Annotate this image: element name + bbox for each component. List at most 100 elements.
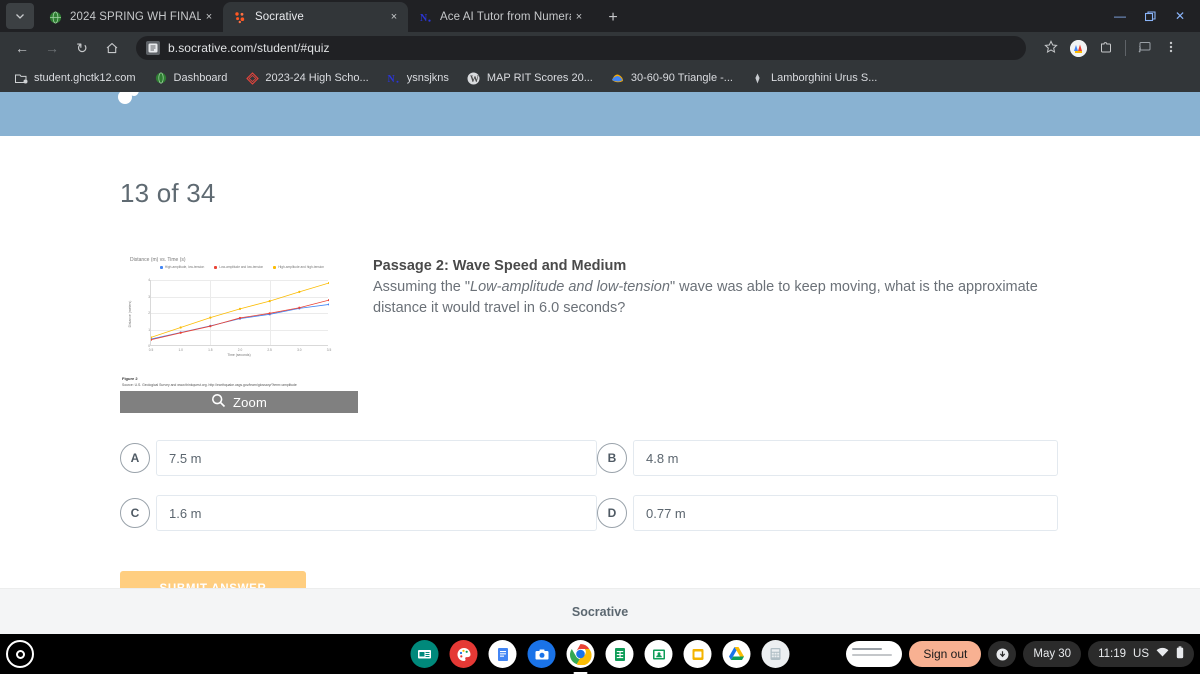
page-title: 13 of 34 <box>120 178 216 208</box>
docs-app-icon[interactable] <box>488 640 517 668</box>
tab-close-button[interactable]: × <box>386 9 402 25</box>
question-text: Assuming the "Low-amplitude and low-tens… <box>373 277 1078 319</box>
x-tick: 0.5 <box>148 348 154 352</box>
x-tick: 1.5 <box>208 348 213 352</box>
drive-app-icon[interactable] <box>722 640 751 668</box>
bookmark-item[interactable]: student.ghctk12.com <box>8 68 144 88</box>
minimize-button[interactable]: — <box>1112 8 1128 24</box>
answer-letter-bubble[interactable]: D <box>597 498 627 529</box>
tab-title: 2024 SPRING WH FINAL STUD <box>70 11 201 23</box>
camera-app-icon[interactable] <box>527 640 556 668</box>
date-tray-button[interactable]: May 30 <box>1023 641 1082 667</box>
question-row: Distance (m) vs. Time (s) High-amplitude… <box>120 254 1200 414</box>
chart-legend: High-amplitude, low-tension Low-amplitud… <box>152 265 332 269</box>
status-area: Sign out May 30 11:19 US <box>846 641 1194 667</box>
answer-text[interactable]: 4.8 m <box>633 440 1058 477</box>
locale-label: US <box>1133 648 1149 660</box>
bookmark-item[interactable]: 30-60-90 Triangle -... <box>605 68 741 88</box>
address-bar[interactable]: b.socrative.com/student/#quiz <box>136 36 1026 60</box>
tab-search-button[interactable] <box>6 3 34 29</box>
extensions-icon[interactable] <box>1099 40 1113 57</box>
bookmark-item[interactable]: 2023-24 High Scho... <box>239 68 376 88</box>
browser-tab-1[interactable]: 2024 SPRING WH FINAL STUD × <box>38 2 223 32</box>
zoom-button[interactable]: Zoom <box>120 391 358 414</box>
bookmark-item[interactable]: Lamborghini Urus S... <box>745 68 885 88</box>
passage-title: Passage 2: Wave Speed and Medium <box>373 258 627 274</box>
cast-icon[interactable] <box>1138 40 1152 57</box>
magnifier-icon <box>211 393 226 412</box>
tab-strip: 2024 SPRING WH FINAL STUD × Socrative × … <box>0 0 1200 32</box>
answer-option-a[interactable]: A 7.5 m <box>120 440 597 477</box>
socrative-header: UUUR2024PU MORE <box>0 92 1200 136</box>
slides-app-icon[interactable] <box>683 640 712 668</box>
screen-capture-icon[interactable] <box>988 641 1017 667</box>
answer-letter-bubble[interactable]: B <box>597 443 627 474</box>
bookmark-item[interactable]: W MAP RIT Scores 20... <box>461 68 601 88</box>
answer-letter-bubble[interactable]: A <box>120 443 150 474</box>
bookmark-item[interactable]: N ysnsjkns <box>381 68 457 88</box>
question-text-emphasis: Low-amplitude and low-tension <box>470 279 670 295</box>
close-button[interactable]: ✕ <box>1172 8 1188 24</box>
window-controls: — ✕ <box>1112 0 1200 32</box>
date-label: May 30 <box>1033 648 1072 660</box>
browser-window: 2024 SPRING WH FINAL STUD × Socrative × … <box>0 0 1200 634</box>
home-button[interactable] <box>100 36 124 60</box>
wifi-icon <box>1156 647 1169 661</box>
y-axis-title: Distance (meters) <box>128 300 132 328</box>
window-preview-thumbnail[interactable] <box>846 641 903 667</box>
drive-folder-icon <box>14 71 28 85</box>
news-app-icon[interactable] <box>410 640 439 668</box>
answer-text[interactable]: 1.6 m <box>156 495 597 532</box>
figure-thumbnail[interactable]: Distance (m) vs. Time (s) High-amplitude… <box>120 254 358 388</box>
question-text-before: Assuming the " <box>373 279 471 295</box>
three-dot-menu-icon[interactable] <box>1164 40 1178 57</box>
y-tick: 1 <box>148 327 150 332</box>
paint-app-icon[interactable] <box>449 640 478 668</box>
legend-label: Low-amplitude and low-tension <box>219 265 264 269</box>
tab-title: Ace AI Tutor from Numerade <box>440 11 571 23</box>
answer-option-d[interactable]: D 0.77 m <box>597 495 1074 532</box>
answer-letter-bubble[interactable]: C <box>120 498 150 529</box>
tab-close-button[interactable]: × <box>201 9 217 25</box>
answer-option-b[interactable]: B 4.8 m <box>597 440 1074 477</box>
answer-option-c[interactable]: C 1.6 m <box>120 495 597 532</box>
quiz-body: 13 of 34 Distance (m) vs. Time (s) High-… <box>0 136 1200 634</box>
launcher-circle-icon[interactable] <box>6 640 34 668</box>
sign-out-button[interactable]: Sign out <box>909 641 982 667</box>
maximize-button[interactable] <box>1142 8 1158 24</box>
new-tab-button[interactable]: + <box>599 4 627 32</box>
page-footer: Socrative <box>0 588 1200 634</box>
browser-tab-2[interactable]: Socrative × <box>223 2 408 32</box>
page-info-icon[interactable] <box>146 41 160 55</box>
battery-icon <box>1176 646 1184 662</box>
tab-title: Socrative <box>255 11 304 23</box>
x-tick: 2.5 <box>267 348 272 352</box>
bull-icon <box>751 71 765 85</box>
chevron-down-icon <box>16 14 24 19</box>
profile-avatar[interactable] <box>1070 39 1087 57</box>
tab-close-button[interactable]: × <box>571 9 587 25</box>
answer-text[interactable]: 0.77 m <box>633 495 1058 532</box>
reload-button[interactable]: ↻ <box>70 36 94 60</box>
x-tick: 3.0 <box>297 348 302 352</box>
bookmark-label: Lamborghini Urus S... <box>770 72 878 84</box>
slides-icon <box>611 71 625 85</box>
figure-column: Distance (m) vs. Time (s) High-amplitude… <box>120 254 358 414</box>
back-button[interactable]: ← <box>10 36 34 60</box>
bookmarks-bar: student.ghctk12.com Dashboard 2023-24 Hi… <box>0 64 1200 92</box>
bookmark-item[interactable]: Dashboard <box>148 68 236 88</box>
socrative-icon <box>233 10 247 24</box>
answer-text[interactable]: 7.5 m <box>156 440 597 477</box>
bookmark-star-icon[interactable] <box>1044 39 1058 57</box>
chrome-app-icon[interactable] <box>566 640 595 668</box>
zoom-label: Zoom <box>232 394 268 410</box>
x-axis-title: Time (seconds) <box>227 353 251 357</box>
browser-tab-3[interactable]: N Ace AI Tutor from Numerade × <box>408 2 593 32</box>
sheets-app-icon[interactable] <box>605 640 634 668</box>
system-tray-button[interactable]: 11:19 US <box>1088 641 1194 667</box>
calculator-app-icon[interactable] <box>761 640 790 668</box>
x-tick: 1.0 <box>178 348 183 352</box>
forward-button[interactable]: → <box>40 36 64 60</box>
classroom-app-icon[interactable] <box>644 640 673 668</box>
svg-text:N: N <box>420 13 428 24</box>
